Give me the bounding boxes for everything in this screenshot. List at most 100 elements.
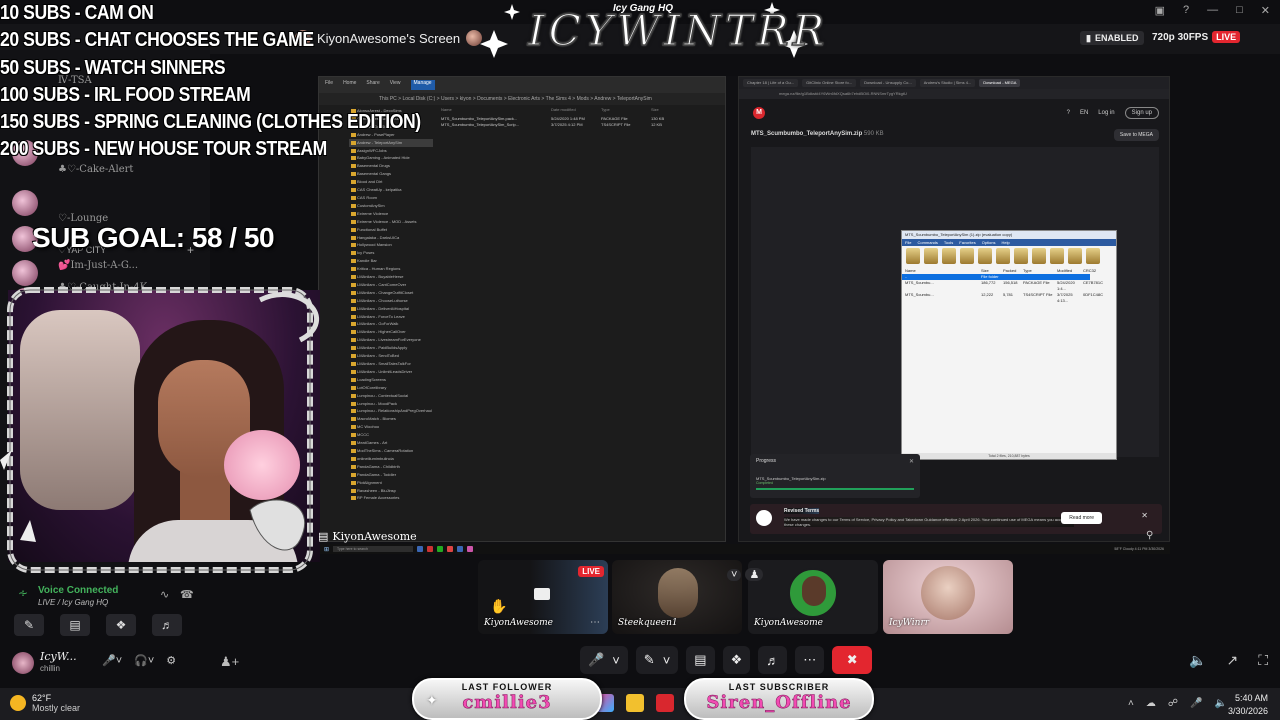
headphones-icon[interactable]: 🎧˅ (134, 654, 154, 667)
server-icon[interactable] (12, 190, 38, 216)
soundboard-button[interactable]: ♬ (758, 646, 788, 674)
folder-item[interactable]: LMAnilam - BuyableHerse (349, 273, 433, 281)
browser-tab[interactable]: Andrew's Studio | Sims 4... (919, 79, 976, 87)
channel-just-a-girl[interactable]: 💕Im-Just-A-G... (58, 260, 138, 271)
folder-item[interactable]: Blood and Dirt (349, 178, 433, 186)
signup-button[interactable]: Sign up (1124, 107, 1159, 119)
folder-item[interactable]: LMAnilam - DeliverAtHospital (349, 305, 433, 313)
winrar-menu-item[interactable]: Commands (917, 240, 937, 245)
folder-item[interactable]: Extreme Violence (349, 210, 433, 218)
folder-item[interactable]: Icy Poses (349, 249, 433, 257)
folder-item[interactable]: LMAnilam - GoForWalk (349, 320, 433, 328)
read-more-button[interactable]: Read more (1061, 512, 1102, 524)
add-friend-icon[interactable]: ♟+ (220, 654, 239, 670)
folder-item[interactable]: LMAnilam - CantComeOver (349, 281, 433, 289)
browser-tab[interactable]: Chapter 18 | Life of a Gu... (743, 79, 799, 87)
find-icon[interactable] (996, 248, 1010, 264)
microphone-icon[interactable]: 🎤˅ (102, 654, 122, 667)
folder-item[interactable]: LMAnilam - LivestreamForEveryone (349, 336, 433, 344)
archive-row[interactable]: MTS_Scumbu... 186,772 156,518 PACKAGE Fi… (902, 280, 1116, 292)
noise-suppression-icon[interactable]: ∿ (160, 588, 169, 601)
folder-item[interactable]: CAS Room (349, 194, 433, 202)
chevron-down-icon[interactable]: ˅ (612, 653, 620, 668)
view-icon[interactable] (960, 248, 974, 264)
taskbar-app-icon[interactable] (437, 546, 444, 552)
browser-tab[interactable]: Download - Unsupply Co... (860, 79, 916, 87)
folder-item[interactable]: MCCC (349, 431, 433, 439)
taskbar-app-icon[interactable] (467, 546, 474, 552)
minimize-icon[interactable]: — (1207, 4, 1218, 17)
folder-item[interactable]: Lumpinou - ContextualSocial (349, 392, 433, 400)
folder-item[interactable]: CAS CheatUp - kelpatika (349, 186, 433, 194)
column-header[interactable]: Date modified (551, 107, 601, 112)
folder-item[interactable]: MacroMatch - Biomes (349, 415, 433, 423)
popout-icon[interactable]: ↗ (1226, 652, 1238, 669)
more-options-icon[interactable]: ⋯ (590, 617, 600, 628)
activities-button[interactable]: ❖ (722, 646, 751, 674)
user-name[interactable]: IcyW... (40, 650, 77, 663)
network-icon[interactable]: ☍ (1168, 698, 1178, 709)
mute-button[interactable]: 🎤 ˅ (580, 646, 628, 674)
close-icon[interactable]: ✕ (1261, 4, 1270, 17)
file-explorer-icon[interactable] (626, 694, 644, 712)
disconnect-button[interactable]: ✖ (832, 646, 873, 674)
avatar[interactable] (12, 652, 34, 674)
voice-channel-label[interactable]: LIVE / Icy Gang HQ (38, 598, 108, 607)
gear-icon[interactable]: ⚙ (166, 654, 176, 667)
folder-item[interactable]: Ravasheen - BluJinsp (349, 487, 433, 495)
folder-item[interactable]: LoadingScreens (349, 376, 433, 384)
folder-item[interactable]: Lumpinou - MoodPack (349, 400, 433, 408)
volume-icon[interactable]: 🔈 (1214, 698, 1226, 709)
winrar-menu-item[interactable]: File (905, 240, 911, 245)
folder-item[interactable]: LMAnilam - ChangeOutfitCloset (349, 289, 433, 297)
folder-item[interactable]: PlotAlignment (349, 479, 433, 487)
maximize-icon[interactable]: □ (1236, 4, 1243, 17)
folder-item[interactable]: MC Woohoo (349, 423, 433, 431)
folder-item[interactable]: ModTheSims - CameraRotation (349, 447, 433, 455)
winrar-menu-item[interactable]: Tools (944, 240, 953, 245)
comment-icon[interactable] (1068, 248, 1082, 264)
channel-cake-alert[interactable]: ♣♡-Cake-Alert (58, 164, 133, 175)
folder-item[interactable]: Kandie Bar (349, 257, 433, 265)
chevron-down-icon[interactable]: ˅ (727, 568, 742, 581)
chevron-down-icon[interactable]: ˅ (663, 653, 671, 668)
folder-item[interactable]: LMAnilam - SmallTalesTalkFor (349, 360, 433, 368)
volume-icon[interactable]: 🔈 (1189, 652, 1206, 669)
browser-tab[interactable]: GitClinic Online Store fo... (802, 79, 857, 87)
winrar-menu-item[interactable]: Options (982, 240, 996, 245)
help-icon[interactable]: ? (1183, 4, 1189, 17)
file-row[interactable]: MTS_Scumbumbo_TeleportAnySim_Scrip... 3/… (441, 122, 725, 128)
server-icon[interactable] (12, 260, 38, 286)
column-header[interactable]: Size (651, 107, 681, 112)
folder-item[interactable]: PandaGama - Toddler (349, 471, 433, 479)
add-icon[interactable] (906, 248, 920, 264)
sfx-icon[interactable] (1086, 248, 1100, 264)
folder-item[interactable]: PandaGama - Childbirth (349, 463, 433, 471)
folder-item[interactable]: Extreme Violence - MOD - Assets (349, 218, 433, 226)
activities-button[interactable]: ❖ (106, 614, 136, 636)
app-icon[interactable] (656, 694, 674, 712)
wizard-icon[interactable] (1014, 248, 1028, 264)
folder-item[interactable]: Hollywood Mansion (349, 241, 433, 249)
zoom-icon[interactable]: ⚲ (1146, 530, 1153, 541)
login-link[interactable]: Log in (1098, 110, 1114, 116)
more-button[interactable]: ⋯ (795, 646, 825, 674)
folder-item[interactable]: CustomAnySim (349, 202, 433, 210)
taskbar-clock[interactable]: 5:40 AM 3/30/2026 (1228, 692, 1268, 718)
test-icon[interactable] (942, 248, 956, 264)
folder-item[interactable]: Hangalaka - DarksUICa (349, 234, 433, 242)
folder-item[interactable]: LMAnilam - PaidBuildsApply (349, 344, 433, 352)
taskbar-app-icon[interactable] (427, 546, 434, 552)
chevron-up-icon[interactable]: ˄ (1128, 698, 1134, 709)
archive-row[interactable]: MTS_Scumbu... 12,222 5,781 TS4SCRIPT Fil… (902, 292, 1116, 304)
folder-item[interactable]: LMAnilam - HigherCallOver (349, 328, 433, 336)
cloud-icon[interactable]: ☁ (1146, 698, 1156, 709)
taskbar-search[interactable]: Type here to search (333, 546, 414, 552)
people-icon[interactable]: ♟ (745, 568, 764, 581)
disconnect-icon[interactable]: ☎ (180, 588, 194, 601)
fullscreen-icon[interactable]: ⛶ (1258, 652, 1268, 669)
participant-tile[interactable]: LIVE KiyonAwesome ⋯ (478, 560, 608, 634)
screen-share-button[interactable]: ▤ (686, 646, 715, 674)
browser-url-bar[interactable]: mega.nz/file/g1Bdkst#4Y6Wn6fdXQsa6b7ehdB… (739, 89, 1169, 99)
delete-icon[interactable] (978, 248, 992, 264)
